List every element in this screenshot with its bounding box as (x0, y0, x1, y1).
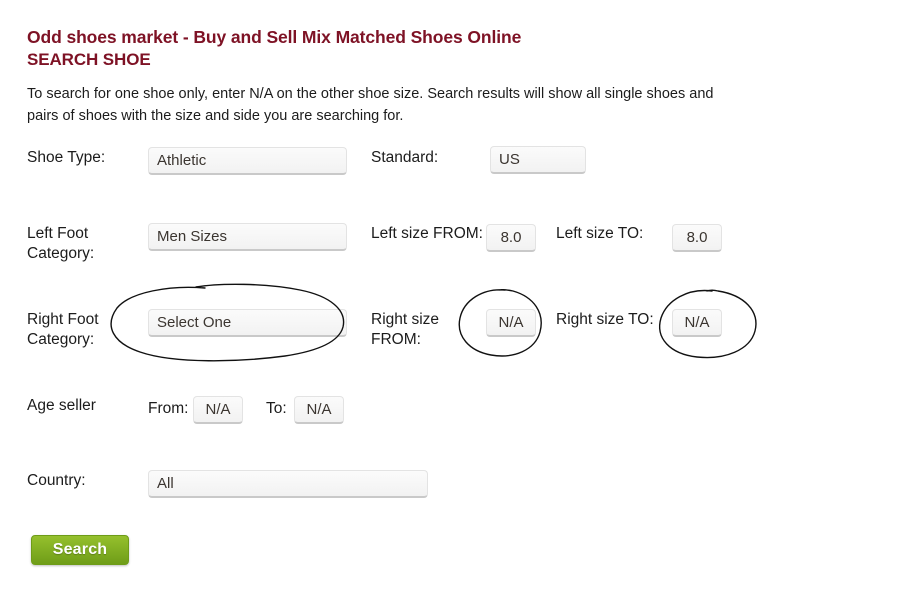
label-country: Country: (27, 472, 86, 489)
country-select[interactable] (148, 470, 428, 498)
standard-select[interactable] (490, 146, 586, 174)
label-right-foot-category: Right Foot Category: (27, 311, 99, 348)
search-shoe-page: Odd shoes market - Buy and Sell Mix Matc… (0, 0, 900, 600)
label-shoe-type: Shoe Type: (27, 149, 106, 166)
shoe-type-select[interactable] (148, 147, 347, 175)
label-age-seller: Age seller (27, 397, 96, 414)
age-seller-to-select[interactable] (294, 396, 344, 424)
label-left-foot-category: Left Foot Category: (27, 225, 95, 262)
label-left-size-to: Left size TO: (556, 225, 644, 242)
label-right-size-to: Right size TO: (556, 311, 654, 328)
label-left-size-from: Left size FROM: (371, 225, 483, 242)
label-right-size-from: Right size FROM: (371, 311, 440, 348)
label-age-seller-from: From: (148, 400, 189, 417)
age-seller-from-select[interactable] (193, 396, 243, 424)
search-button[interactable]: Search (31, 535, 129, 565)
search-form: Shoe Type: Standard: Left Foot Category:… (0, 0, 900, 600)
label-standard: Standard: (371, 149, 439, 166)
left-foot-category-select[interactable] (148, 223, 347, 251)
label-age-seller-to: To: (266, 400, 287, 417)
right-foot-category-select[interactable] (148, 309, 347, 337)
right-size-from-select[interactable] (486, 309, 536, 337)
left-size-to-select[interactable] (672, 224, 722, 252)
left-size-from-select[interactable] (486, 224, 536, 252)
right-size-to-select[interactable] (672, 309, 722, 337)
